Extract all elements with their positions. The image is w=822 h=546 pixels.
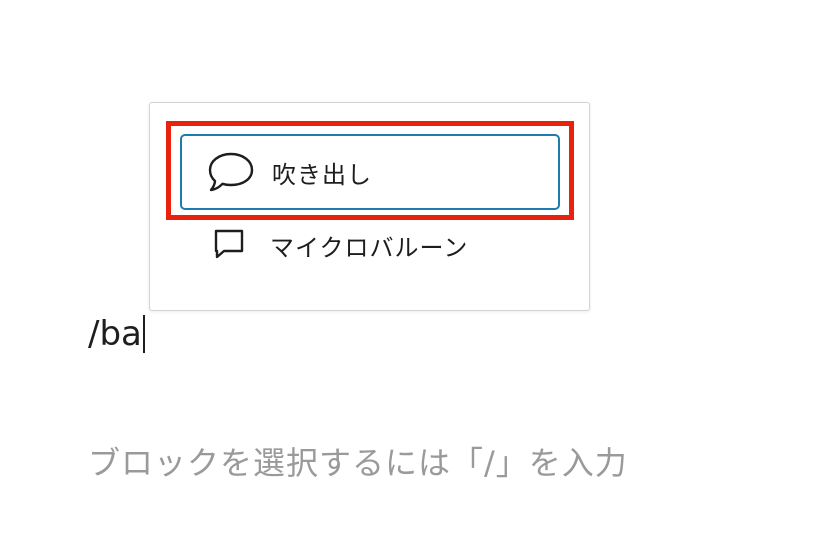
typed-slash-command: /ba (88, 314, 142, 354)
editor-canvas: 吹き出し マイクロバルーン /ba ブロックを選択するには「/」を入力 (0, 0, 822, 546)
block-placeholder[interactable]: ブロックを選択するには「/」を入力 (88, 438, 628, 484)
autocomplete-option-label: マイクロバルーン (270, 233, 469, 262)
speech-bubble-square-icon (212, 228, 246, 262)
annotation-highlight-box (166, 121, 574, 220)
autocomplete-option-micro-balloon[interactable]: マイクロバルーン (180, 222, 560, 268)
editor-paragraph-block[interactable]: /ba (88, 306, 145, 362)
text-caret (142, 315, 145, 353)
